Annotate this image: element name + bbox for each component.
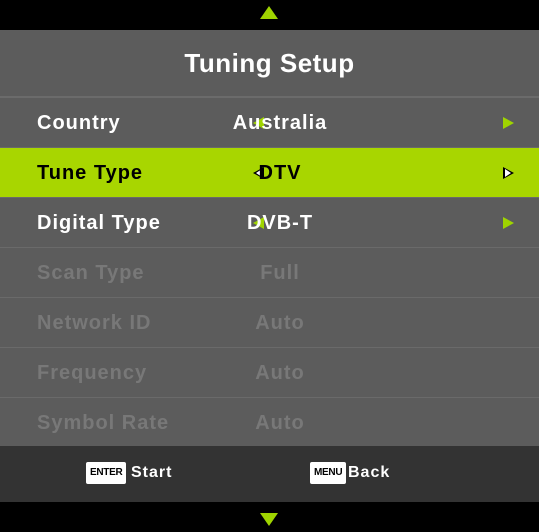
- row-value: DTV: [258, 162, 302, 184]
- row-value: Auto: [255, 312, 305, 334]
- scroll-down-arrow-icon[interactable]: [260, 513, 278, 526]
- row-value: Auto: [255, 362, 305, 384]
- scroll-up-bar: [0, 0, 539, 30]
- footer-hint-bar: ENTER Start MENU Back: [0, 446, 539, 502]
- back-hint-label: Back: [348, 464, 391, 481]
- row-label: Scan Type: [37, 262, 145, 284]
- page-title: Tuning Setup: [184, 47, 355, 78]
- row-label: Symbol Rate: [37, 412, 170, 434]
- enter-key-icon[interactable]: ENTER: [86, 462, 127, 484]
- menu-row-country[interactable]: Country Australia: [0, 98, 539, 148]
- row-value: Full: [260, 262, 300, 284]
- menu-row-frequency: Frequency Auto: [0, 348, 539, 398]
- scroll-down-bar: [0, 502, 539, 532]
- tuning-setup-panel: Tuning Setup Country Australia Tune Type…: [0, 30, 539, 502]
- next-arrow-icon[interactable]: [503, 117, 514, 129]
- row-label: Network ID: [37, 312, 152, 334]
- menu-row-symbol-rate: Symbol Rate Auto: [0, 398, 539, 448]
- row-label: Frequency: [37, 362, 148, 384]
- menu-row-network-id: Network ID Auto: [0, 298, 539, 348]
- next-arrow-icon[interactable]: [503, 167, 514, 179]
- next-arrow-icon[interactable]: [503, 217, 514, 229]
- title-area: Tuning Setup: [0, 30, 539, 98]
- menu-key-icon[interactable]: MENU: [310, 462, 347, 484]
- row-label: Country: [37, 112, 121, 134]
- row-value: Australia: [232, 112, 328, 134]
- menu-row-scan-type: Scan Type Full: [0, 248, 539, 298]
- menu-row-digital-type[interactable]: Digital Type DVB-T: [0, 198, 539, 248]
- scroll-up-arrow-icon[interactable]: [260, 6, 278, 19]
- row-label: Tune Type: [37, 162, 144, 184]
- row-label: Digital Type: [37, 212, 161, 234]
- row-value: DVB-T: [246, 212, 314, 234]
- start-hint-label: Start: [131, 464, 173, 481]
- row-value: Auto: [255, 412, 305, 434]
- menu-row-tune-type[interactable]: Tune Type DTV: [0, 148, 539, 198]
